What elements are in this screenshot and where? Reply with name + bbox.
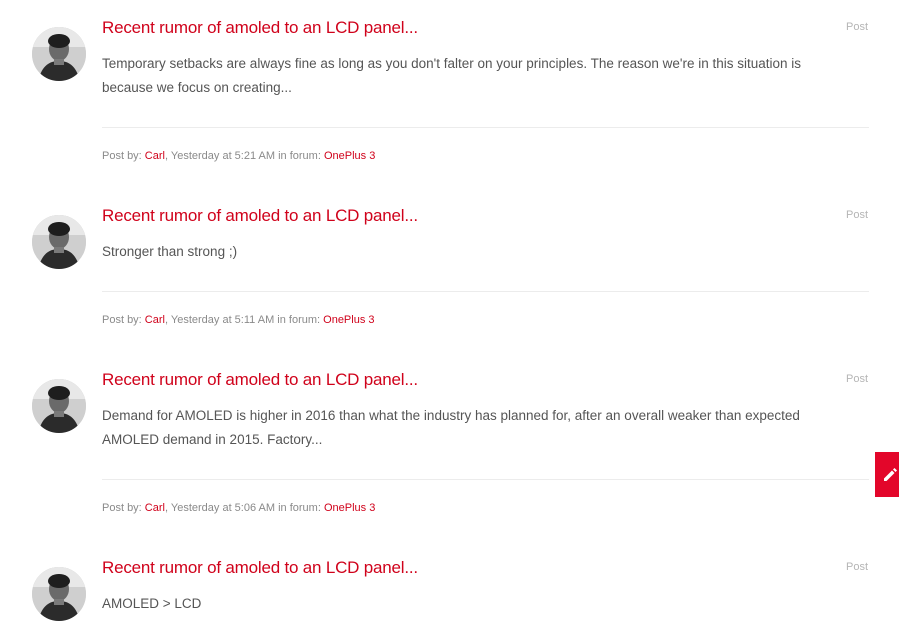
result-type-label: Post — [845, 373, 868, 385]
avatar-photo-icon — [32, 567, 86, 621]
forum-link[interactable]: OnePlus 3 — [323, 314, 374, 326]
divider — [102, 127, 869, 128]
result-meta: Post by: Carl, Yesterday at 5:21 AM in f… — [102, 150, 375, 162]
result-snippet: Stronger than strong ;) — [102, 244, 238, 259]
author-link[interactable]: Carl — [145, 314, 165, 326]
result-snippet: Temporary setbacks are always fine as lo… — [102, 56, 802, 95]
result-meta: Post by: Carl, Yesterday at 5:06 AM in f… — [102, 502, 375, 514]
divider — [102, 291, 869, 292]
author-avatar[interactable] — [32, 567, 86, 621]
result-meta: Post by: Carl, Yesterday at 5:11 AM in f… — [102, 314, 375, 326]
result-title-link[interactable]: Recent rumor of amoled to an LCD panel..… — [102, 558, 418, 578]
author-avatar[interactable] — [32, 27, 86, 81]
forum-link[interactable]: OnePlus 3 — [324, 150, 375, 162]
author-link[interactable]: Carl — [145, 502, 165, 514]
divider — [102, 479, 869, 480]
author-avatar[interactable] — [32, 379, 86, 433]
author-link[interactable]: Carl — [145, 150, 165, 162]
result-title-link[interactable]: Recent rumor of amoled to an LCD panel..… — [102, 18, 418, 38]
meta-time: , Yesterday at 5:06 AM in forum: — [164, 502, 324, 514]
meta-prefix: Post by: — [102, 150, 145, 162]
meta-time: , Yesterday at 5:11 AM in forum: — [164, 314, 324, 326]
forum-link[interactable]: OnePlus 3 — [324, 502, 375, 514]
search-results-list: Recent rumor of amoled to an LCD panel..… — [0, 0, 899, 639]
meta-prefix: Post by: — [102, 502, 145, 514]
meta-prefix: Post by: — [102, 314, 145, 326]
avatar-photo-icon — [32, 27, 86, 81]
result-title-link[interactable]: Recent rumor of amoled to an LCD panel..… — [102, 206, 418, 226]
compose-button[interactable] — [875, 452, 899, 497]
result-snippet: AMOLED > LCD — [102, 596, 202, 611]
result-snippet: Demand for AMOLED is higher in 2016 than… — [102, 408, 800, 447]
result-title-link[interactable]: Recent rumor of amoled to an LCD panel..… — [102, 370, 418, 390]
meta-time: , Yesterday at 5:21 AM in forum: — [164, 150, 324, 162]
author-avatar[interactable] — [32, 215, 86, 269]
result-type-label: Post — [845, 21, 868, 33]
avatar-photo-icon — [32, 215, 86, 269]
pencil-icon — [884, 468, 897, 481]
result-type-label: Post — [845, 561, 868, 573]
avatar-photo-icon — [32, 379, 86, 433]
result-type-label: Post — [845, 209, 868, 221]
